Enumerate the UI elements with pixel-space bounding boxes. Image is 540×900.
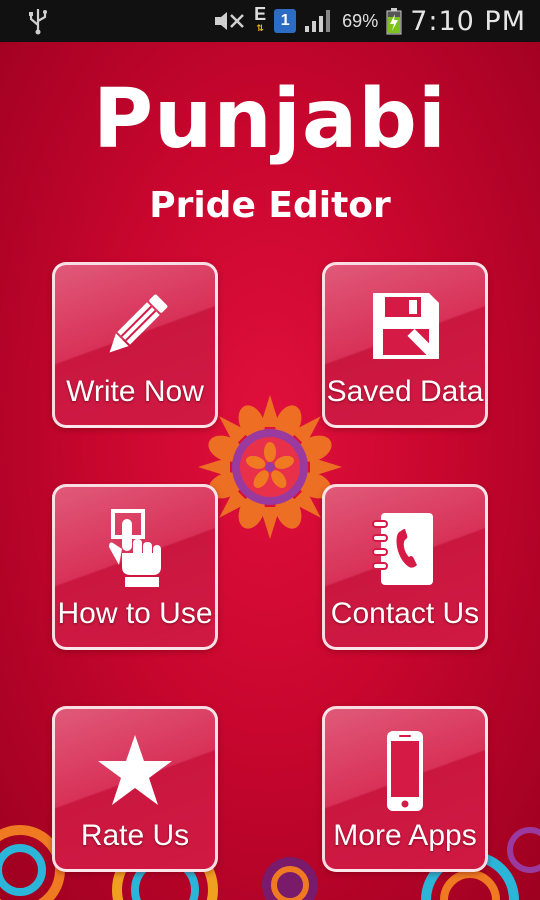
write-now-button[interactable]: Write Now xyxy=(52,262,218,428)
notification-badge: 1 xyxy=(274,9,297,33)
saved-data-label: Saved Data xyxy=(326,375,484,408)
how-to-use-button[interactable]: How to Use xyxy=(52,484,218,650)
pencil-icon xyxy=(109,294,168,353)
mute-icon xyxy=(215,12,245,30)
more-apps-label: More Apps xyxy=(333,819,477,852)
network-type-indicator: E ⇅ xyxy=(254,4,267,33)
contact-us-button[interactable]: Contact Us xyxy=(322,484,488,650)
rate-us-button[interactable]: Rate Us xyxy=(52,706,218,872)
signal-strength-icon xyxy=(305,10,331,32)
phone-book-icon xyxy=(372,513,433,585)
status-bar: E ⇅ 1 69% 7:10 PM xyxy=(0,0,540,42)
write-now-label: Write Now xyxy=(66,375,204,408)
contact-us-label: Contact Us xyxy=(330,597,480,630)
battery-percent: 69% xyxy=(342,10,379,31)
app-title: Punjabi xyxy=(92,72,448,167)
main-screen: Punjabi Pride Editor Write Now Saved Dat… xyxy=(0,42,540,900)
rate-us-label: Rate Us xyxy=(80,819,190,852)
star-icon xyxy=(98,735,172,805)
battery-charging-icon xyxy=(386,8,402,35)
smartphone-icon xyxy=(387,731,423,811)
usb-icon xyxy=(29,9,47,35)
more-apps-button[interactable]: More Apps xyxy=(322,706,488,872)
clock: 7:10 PM xyxy=(410,5,526,37)
how-to-use-label: How to Use xyxy=(57,597,213,630)
saved-data-button[interactable]: Saved Data xyxy=(322,262,488,428)
touch-hand-icon xyxy=(109,509,161,587)
app-subtitle: Pride Editor xyxy=(149,185,391,226)
floppy-disk-icon xyxy=(373,293,439,359)
